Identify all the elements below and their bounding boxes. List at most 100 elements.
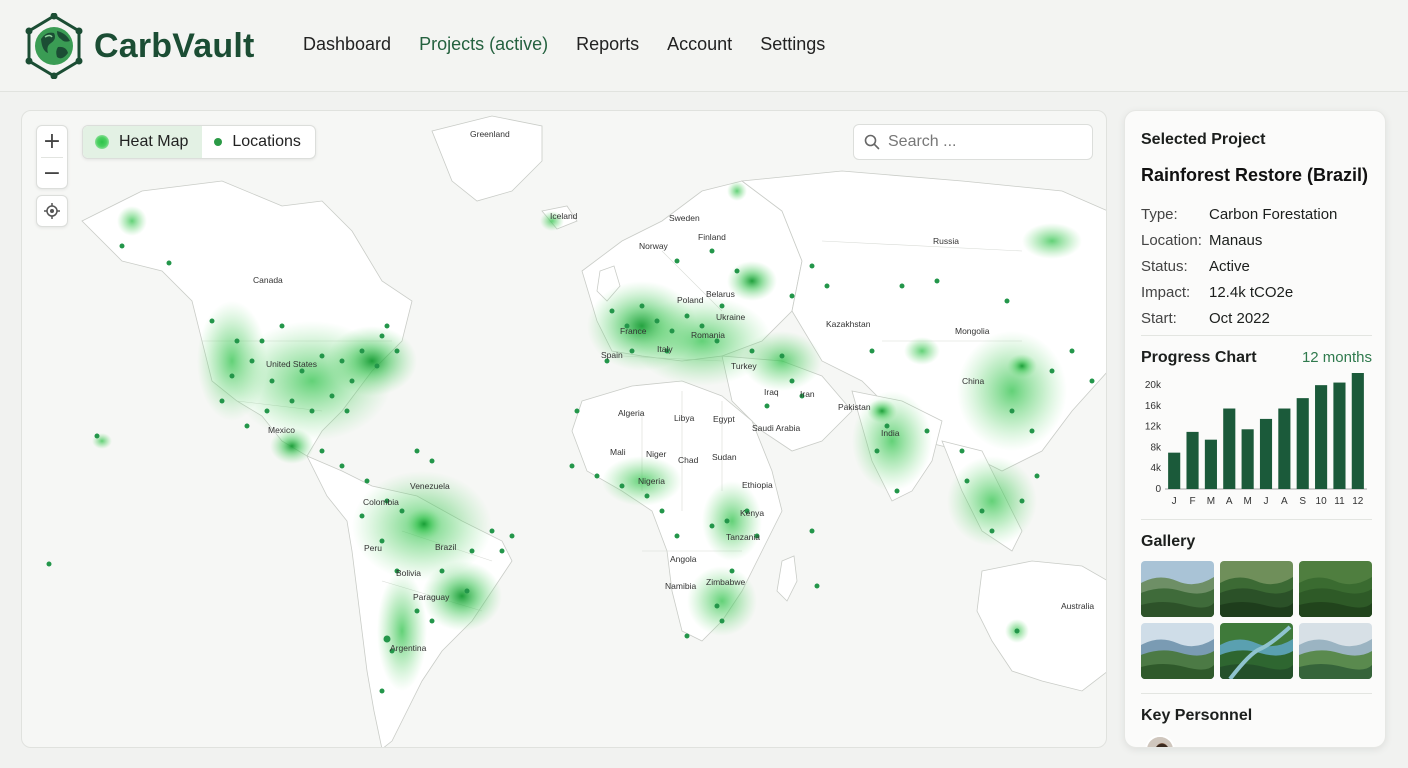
location-dot-icon (214, 138, 223, 146)
chart-bar[interactable] (1186, 431, 1199, 489)
nav-dashboard[interactable]: Dashboard (303, 34, 391, 55)
map-label: Chad (678, 455, 699, 465)
map-canvas[interactable]: Greenland Iceland Sweden Finland Norway … (22, 111, 1107, 748)
map-label: Mali (610, 447, 626, 457)
locate-button[interactable] (36, 195, 68, 227)
minus-icon: − (42, 161, 62, 186)
zoom-in-button[interactable]: + (37, 126, 67, 157)
plus-icon: + (42, 129, 62, 154)
map-label: Sudan (712, 452, 737, 462)
map-label: Kazakhstan (826, 319, 871, 329)
x-tick-label: J (1172, 496, 1177, 507)
detail-value: Manaus (1209, 231, 1263, 249)
detail-row-impact: Impact: 12.4k tCO2e (1141, 279, 1373, 305)
gallery-thumbnail[interactable] (1299, 623, 1372, 679)
top-bar: CarbVault Dashboard Projects (active) Re… (0, 0, 1408, 92)
map-label: United States (266, 359, 317, 369)
x-tick-label: M (1243, 496, 1251, 507)
chart-bar[interactable] (1223, 408, 1236, 489)
y-tick-label: 12k (1145, 422, 1162, 433)
gallery-title: Gallery (1141, 533, 1196, 550)
map-label: Spain (601, 350, 623, 360)
locations-label: Locations (232, 133, 301, 150)
x-tick-label: J (1264, 496, 1269, 507)
map-label: Ukraine (716, 312, 746, 322)
chart-bar[interactable] (1168, 452, 1181, 489)
map-label: Russia (933, 236, 959, 246)
map-label: France (620, 326, 647, 336)
map-label: Colombia (363, 497, 399, 507)
map-label: Namibia (665, 581, 696, 591)
heatmap-layer-option[interactable]: Heat Map (83, 126, 203, 158)
gallery-grid (1141, 561, 1373, 679)
chart-bar[interactable] (1351, 373, 1364, 489)
map-label: Mexico (268, 425, 295, 435)
y-tick-label: 20k (1145, 380, 1162, 391)
gallery-thumbnail[interactable] (1220, 561, 1293, 617)
chart-bar[interactable] (1259, 418, 1273, 489)
person-avatar-icon (1147, 737, 1173, 747)
panel-divider (1141, 519, 1372, 520)
chart-bar[interactable] (1333, 382, 1346, 489)
map-label: Angola (670, 554, 697, 564)
river-valley-photo (1141, 623, 1214, 679)
nav-account[interactable]: Account (667, 34, 732, 55)
globe-logo-icon (25, 13, 83, 79)
avatar[interactable] (1145, 735, 1175, 747)
y-tick-label: 16k (1145, 401, 1162, 412)
search-input[interactable] (888, 133, 1078, 151)
chart-bar[interactable] (1296, 398, 1309, 489)
map-label: Nigeria (638, 476, 665, 486)
gallery-thumbnail[interactable] (1299, 561, 1372, 617)
panel-divider (1141, 693, 1372, 694)
map-label: Pakistan (838, 402, 871, 412)
y-tick-label: 8k (1150, 442, 1162, 453)
map-label: Saudi Arabia (752, 423, 800, 433)
heatmap-label: Heat Map (119, 133, 189, 150)
y-tick-label: 0 (1155, 484, 1161, 495)
detail-value: Oct 2022 (1209, 309, 1270, 327)
map-label: Tanzania (726, 532, 760, 542)
layer-toggle: Heat Map Locations (82, 125, 316, 159)
gallery-thumbnail[interactable] (1220, 623, 1293, 679)
land-outlines (81, 115, 1106, 747)
map-label: Romania (691, 330, 725, 340)
zoom-out-button[interactable]: − (37, 158, 67, 189)
chart-bar[interactable] (1204, 439, 1217, 489)
personnel-title: Key Personnel (1141, 707, 1253, 724)
y-tick-label: 4k (1150, 463, 1162, 474)
gallery-thumbnail[interactable] (1141, 561, 1214, 617)
detail-value: 12.4k tCO2e (1209, 283, 1294, 301)
nav-reports[interactable]: Reports (576, 34, 639, 55)
map-label: Finland (698, 232, 726, 242)
main-nav: Dashboard Projects (active) Reports Acco… (303, 34, 825, 55)
map-label: Algeria (618, 408, 645, 418)
map-label: Libya (674, 413, 695, 423)
detail-row-type: Type: Carbon Forestation (1141, 201, 1373, 227)
forest-river-photo (1220, 623, 1293, 679)
map-label: Venezuela (410, 481, 450, 491)
nav-settings[interactable]: Settings (760, 34, 825, 55)
chart-bar[interactable] (1241, 429, 1254, 489)
map-label: Paraguay (413, 592, 450, 602)
x-tick-label: F (1189, 496, 1195, 507)
world-map[interactable]: Greenland Iceland Sweden Finland Norway … (21, 110, 1107, 748)
map-label: Canada (253, 275, 283, 285)
nav-projects[interactable]: Projects (active) (419, 34, 548, 55)
project-details: Type: Carbon Forestation Location: Manaus … (1141, 201, 1373, 331)
map-label: Ethiopia (742, 480, 773, 490)
detail-row-status: Status: Active (1141, 253, 1373, 279)
misty-hills-photo (1299, 623, 1372, 679)
chart-bar[interactable] (1315, 385, 1328, 489)
gallery-thumbnail[interactable] (1141, 623, 1214, 679)
x-tick-label: 10 (1316, 496, 1328, 507)
chart-bar[interactable] (1278, 408, 1291, 489)
map-label: Brazil (435, 542, 456, 552)
brand-name: CarbVault (94, 26, 255, 65)
brand-logo[interactable]: CarbVault (24, 13, 255, 79)
progress-chart: 04k8k12k16k20kJ F M A M J A S 10 11 12 (1145, 373, 1367, 507)
locations-layer-option[interactable]: Locations (202, 126, 315, 158)
project-name: Rainforest Restore (Brazil) (1141, 165, 1369, 185)
chart-range-link[interactable]: 12 months (1302, 349, 1372, 366)
map-label: Norway (639, 241, 669, 251)
